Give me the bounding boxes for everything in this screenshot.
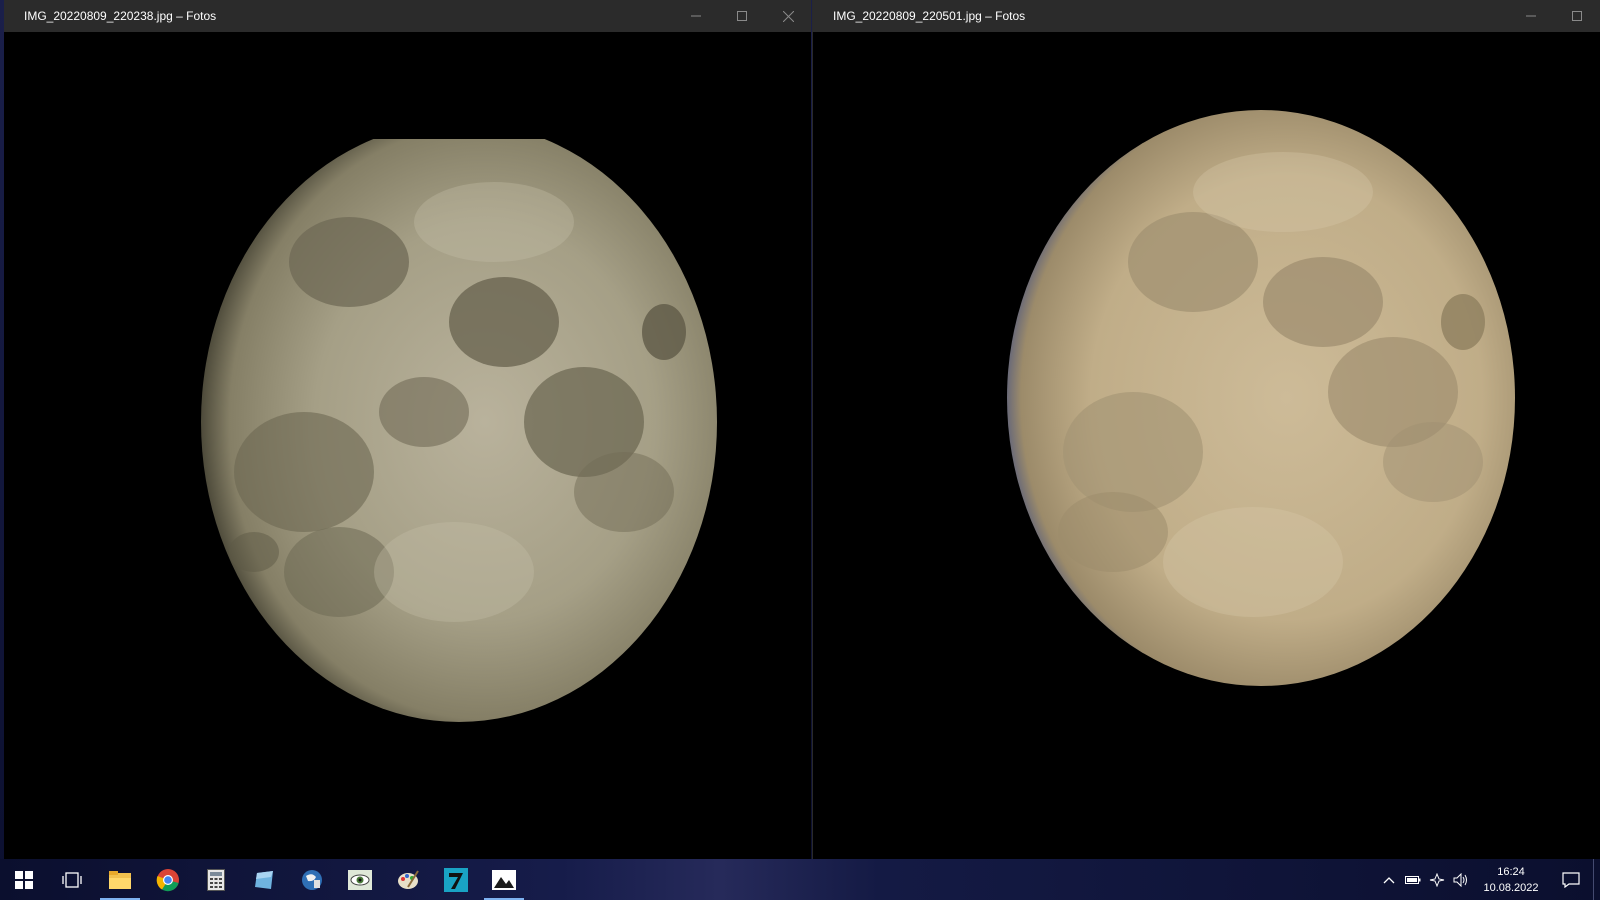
- minimize-button[interactable]: [1508, 0, 1554, 32]
- app-icon-seven: [444, 867, 468, 892]
- taskbar: 16:24 10.08.2022: [0, 859, 1600, 900]
- chevron-up-icon: [1383, 876, 1395, 883]
- minimize-button[interactable]: [673, 0, 719, 32]
- close-button[interactable]: [765, 0, 811, 32]
- volume-button[interactable]: [1449, 859, 1473, 900]
- maximize-icon: [1572, 11, 1582, 21]
- taskbar-app-seven[interactable]: [432, 859, 480, 900]
- close-icon: [782, 10, 794, 22]
- taskbar-calculator[interactable]: [192, 859, 240, 900]
- notification-icon: [1562, 871, 1580, 888]
- maximize-button[interactable]: [1554, 0, 1600, 32]
- taskbar-file-explorer[interactable]: [96, 859, 144, 900]
- volume-icon: [1453, 872, 1467, 887]
- window-title: IMG_20220809_220238.jpg – Fotos: [24, 9, 217, 23]
- calculator-icon: [207, 868, 225, 891]
- taskbar-chrome[interactable]: [144, 859, 192, 900]
- show-desktop-button[interactable]: [1593, 859, 1600, 900]
- start-icon: [15, 870, 33, 889]
- start-button[interactable]: [0, 859, 48, 900]
- show-hidden-icons-button[interactable]: [1377, 859, 1401, 900]
- app-icon-paint: [398, 869, 419, 889]
- moon-photo-right: [1007, 110, 1515, 686]
- network-icon: [1429, 872, 1445, 887]
- photo-viewer[interactable]: [813, 32, 1600, 859]
- minimize-icon: [1526, 15, 1536, 17]
- clock-date: 10.08.2022: [1483, 881, 1539, 894]
- taskbar-app-globe[interactable]: [288, 859, 336, 900]
- taskbar-photos[interactable]: [480, 859, 528, 900]
- maximize-button[interactable]: [719, 0, 765, 32]
- maximize-icon: [737, 11, 747, 21]
- clock-time: 16:24: [1497, 865, 1525, 878]
- app-icon-blue: [255, 870, 273, 889]
- task-view-icon: [62, 871, 82, 888]
- clock[interactable]: 16:24 10.08.2022: [1473, 864, 1549, 896]
- system-tray: 16:24 10.08.2022: [1377, 859, 1600, 900]
- taskbar-app-paint[interactable]: [384, 859, 432, 900]
- photos-window-right[interactable]: IMG_20220809_220501.jpg – Fotos: [812, 0, 1600, 859]
- battery-button[interactable]: [1401, 859, 1425, 900]
- file-explorer-icon: [109, 870, 131, 889]
- title-bar[interactable]: IMG_20220809_220238.jpg – Fotos: [4, 0, 811, 32]
- task-view-button[interactable]: [48, 859, 96, 900]
- taskbar-app-eye[interactable]: [336, 859, 384, 900]
- app-icon-eye: [348, 869, 372, 890]
- action-center-button[interactable]: [1549, 859, 1593, 900]
- photos-window-left[interactable]: IMG_20220809_220238.jpg – Fotos: [4, 0, 811, 859]
- window-title: IMG_20220809_220501.jpg – Fotos: [833, 9, 1026, 23]
- taskbar-app-blue[interactable]: [240, 859, 288, 900]
- app-icon-globe: [302, 869, 322, 890]
- photos-icon: [492, 869, 516, 890]
- title-bar[interactable]: IMG_20220809_220501.jpg – Fotos: [813, 0, 1600, 32]
- photo-viewer[interactable]: [4, 32, 811, 859]
- network-button[interactable]: [1425, 859, 1449, 900]
- moon-photo-left: [201, 139, 717, 722]
- minimize-icon: [691, 15, 701, 17]
- chrome-icon: [156, 868, 179, 891]
- battery-icon: [1405, 875, 1421, 884]
